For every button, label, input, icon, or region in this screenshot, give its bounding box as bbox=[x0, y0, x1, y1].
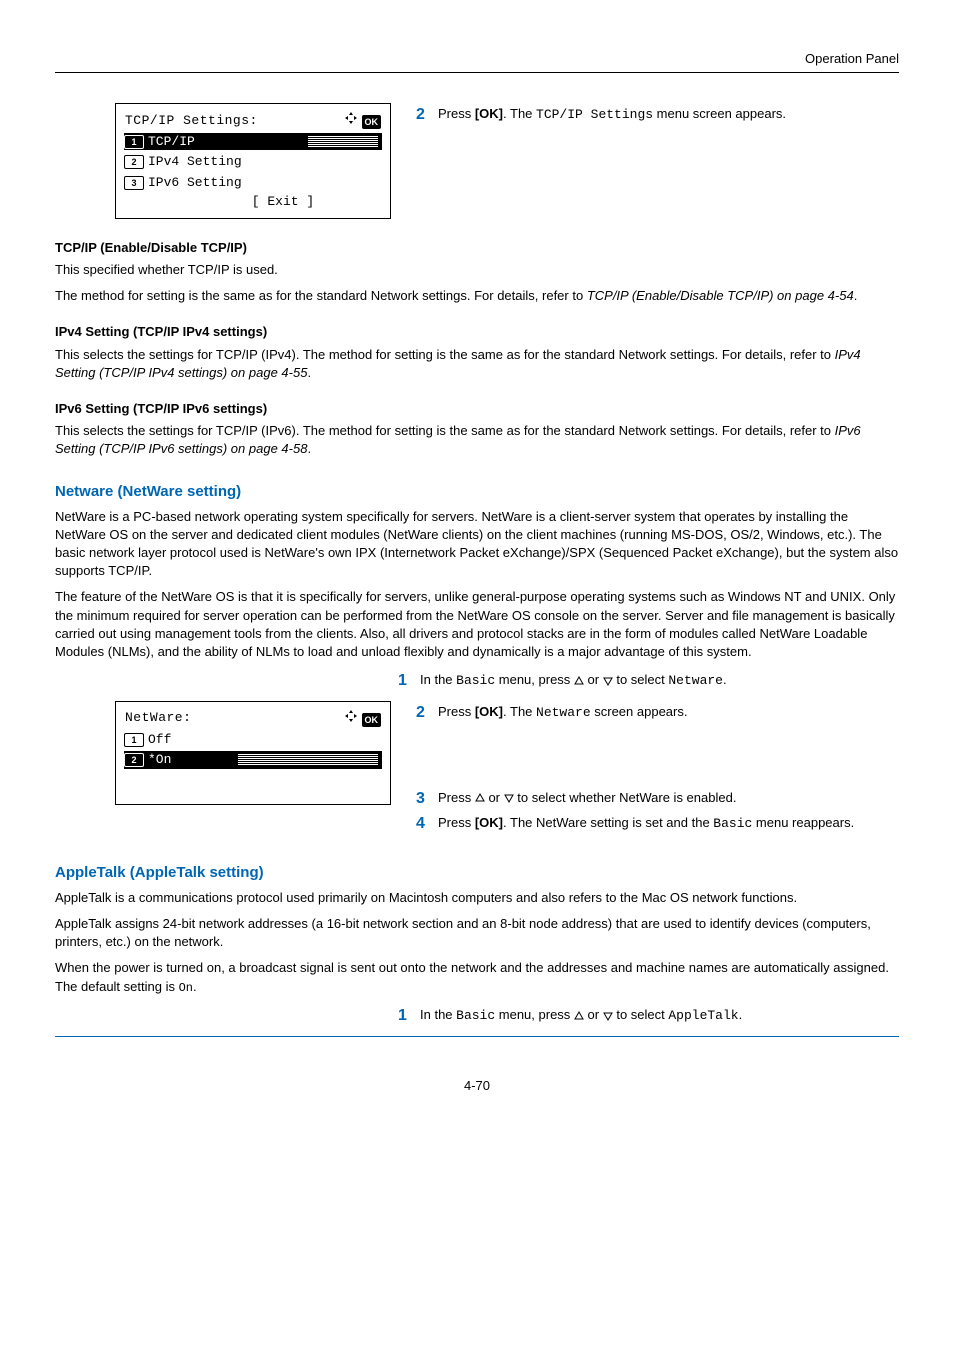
step-number: 2 bbox=[416, 703, 430, 723]
up-arrow-icon bbox=[475, 793, 485, 803]
ok-icon: OK bbox=[362, 115, 382, 129]
heading-ipv6: IPv6 Setting (TCP/IP IPv6 settings) bbox=[55, 400, 899, 418]
lcd-item-label: IPv6 Setting bbox=[148, 175, 242, 190]
footer-rule bbox=[55, 1036, 899, 1037]
step-text: In the Basic menu, press or to select Ne… bbox=[420, 671, 727, 691]
para: This selects the settings for TCP/IP (IP… bbox=[55, 346, 899, 382]
para: The method for setting is the same as fo… bbox=[55, 287, 899, 305]
heading-netware: Netware (NetWare setting) bbox=[55, 481, 899, 502]
lcd-item-num: 2 bbox=[124, 753, 144, 767]
ok-icon: OK bbox=[362, 713, 382, 727]
lcd-exit: [ Exit ] bbox=[124, 192, 382, 212]
step-number: 1 bbox=[398, 671, 412, 691]
lcd-title: TCP/IP Settings: bbox=[124, 110, 324, 131]
lcd-item-label: Off bbox=[148, 732, 171, 747]
lcd-item-num: 1 bbox=[124, 733, 144, 747]
heading-tcpip: TCP/IP (Enable/Disable TCP/IP) bbox=[55, 239, 899, 257]
para: This specified whether TCP/IP is used. bbox=[55, 261, 899, 279]
header-section: Operation Panel bbox=[55, 50, 899, 68]
down-arrow-icon bbox=[603, 1011, 613, 1021]
step-number: 1 bbox=[398, 1006, 412, 1026]
para: NetWare is a PC-based network operating … bbox=[55, 508, 899, 581]
lcd-item-num: 1 bbox=[124, 135, 144, 149]
step-text: In the Basic menu, press or to select Ap… bbox=[420, 1006, 742, 1026]
heading-appletalk: AppleTalk (AppleTalk setting) bbox=[55, 862, 899, 883]
lcd-icons: OK bbox=[288, 708, 382, 729]
para: This selects the settings for TCP/IP (IP… bbox=[55, 422, 899, 458]
lcd-item-num: 2 bbox=[124, 155, 144, 169]
para: AppleTalk is a communications protocol u… bbox=[55, 889, 899, 907]
up-arrow-icon bbox=[574, 676, 584, 686]
step-text: Press [OK]. The TCP/IP Settings menu scr… bbox=[438, 105, 786, 125]
xref-link[interactable]: TCP/IP (Enable/Disable TCP/IP) on page 4… bbox=[587, 288, 854, 303]
header-rule bbox=[55, 72, 899, 73]
lcd-icons: OK bbox=[324, 110, 382, 131]
step-text: Press or to select whether NetWare is en… bbox=[438, 789, 736, 808]
lcd-item-label: *On bbox=[148, 752, 171, 767]
para: When the power is turned on, a broadcast… bbox=[55, 959, 899, 996]
step-number: 2 bbox=[416, 105, 430, 125]
lcd-item-num: 3 bbox=[124, 176, 144, 190]
step-number: 3 bbox=[416, 789, 430, 808]
up-arrow-icon bbox=[574, 1011, 584, 1021]
down-arrow-icon bbox=[603, 676, 613, 686]
lcd-tcpip: TCP/IP Settings: OK 1 TCP/IP 2 IPv4 Settin… bbox=[115, 103, 391, 219]
step-text: Press [OK]. The Netware screen appears. bbox=[438, 703, 687, 723]
lcd-item-label: IPv4 Setting bbox=[148, 154, 242, 169]
lcd-netware: NetWare: OK 1 Off 2 *On bbox=[115, 701, 391, 805]
page-number: 4-70 bbox=[55, 1077, 899, 1095]
para: AppleTalk assigns 24-bit network address… bbox=[55, 915, 899, 951]
lcd-item-label: TCP/IP bbox=[148, 134, 195, 149]
step-number: 4 bbox=[416, 814, 430, 834]
down-arrow-icon bbox=[504, 793, 514, 803]
para: The feature of the NetWare OS is that it… bbox=[55, 588, 899, 661]
heading-ipv4: IPv4 Setting (TCP/IP IPv4 settings) bbox=[55, 323, 899, 341]
step-text: Press [OK]. The NetWare setting is set a… bbox=[438, 814, 854, 834]
lcd-title: NetWare: bbox=[124, 708, 288, 729]
